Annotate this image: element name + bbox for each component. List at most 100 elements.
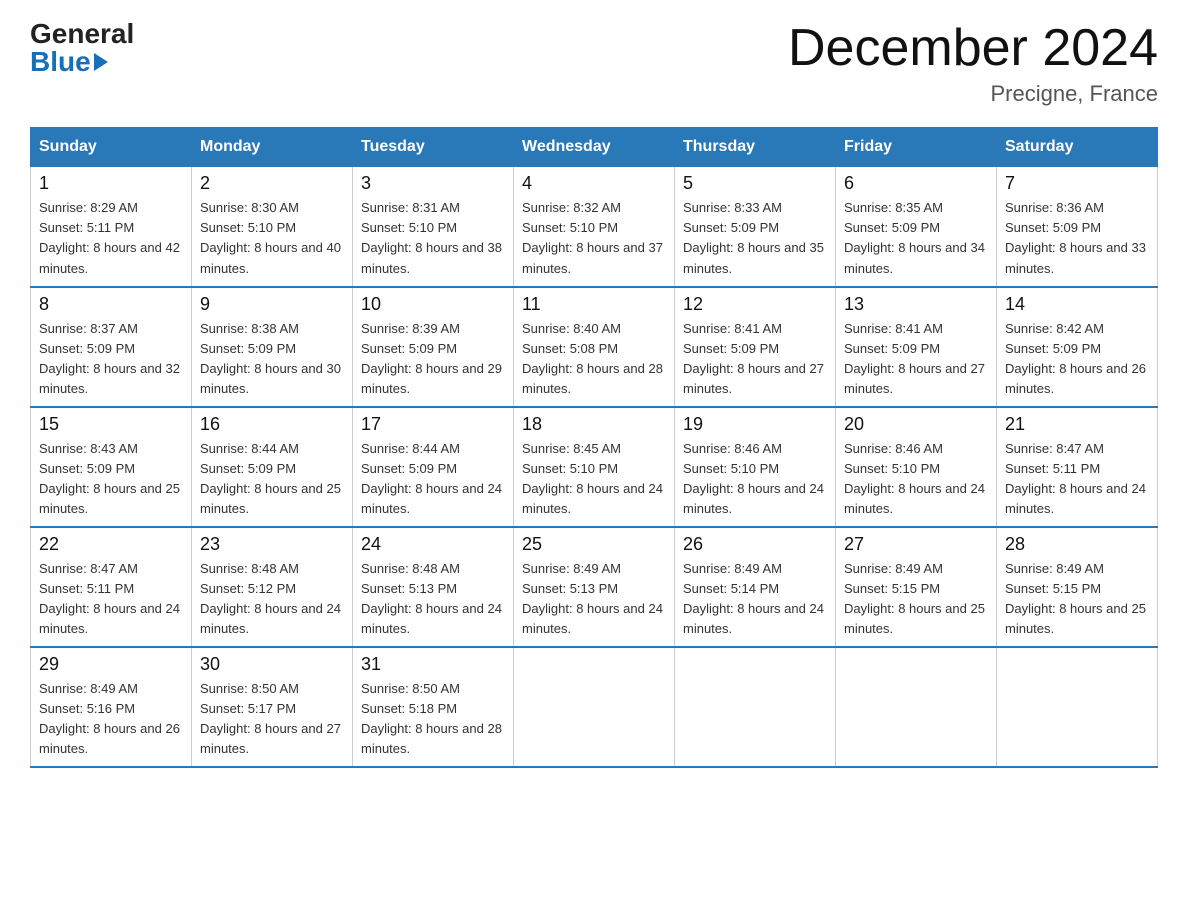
sunrise-label: Sunrise: 8:48 AM [361, 561, 460, 576]
day-info: Sunrise: 8:49 AM Sunset: 5:13 PM Dayligh… [522, 559, 666, 640]
day-number: 2 [200, 173, 344, 194]
calendar-cell [836, 647, 997, 767]
calendar-week-5: 29 Sunrise: 8:49 AM Sunset: 5:16 PM Dayl… [31, 647, 1158, 767]
calendar-cell: 2 Sunrise: 8:30 AM Sunset: 5:10 PM Dayli… [192, 167, 353, 287]
day-number: 11 [522, 294, 666, 315]
calendar-cell: 30 Sunrise: 8:50 AM Sunset: 5:17 PM Dayl… [192, 647, 353, 767]
day-info: Sunrise: 8:38 AM Sunset: 5:09 PM Dayligh… [200, 319, 344, 400]
daylight-label: Daylight: 8 hours and 25 minutes. [844, 601, 985, 636]
day-number: 27 [844, 534, 988, 555]
calendar-cell: 17 Sunrise: 8:44 AM Sunset: 5:09 PM Dayl… [353, 407, 514, 527]
daylight-label: Daylight: 8 hours and 38 minutes. [361, 240, 502, 275]
day-number: 20 [844, 414, 988, 435]
daylight-label: Daylight: 8 hours and 24 minutes. [361, 601, 502, 636]
day-number: 23 [200, 534, 344, 555]
sunset-label: Sunset: 5:13 PM [522, 581, 618, 596]
day-number: 26 [683, 534, 827, 555]
sunrise-label: Sunrise: 8:37 AM [39, 321, 138, 336]
sunset-label: Sunset: 5:09 PM [361, 461, 457, 476]
calendar-cell: 1 Sunrise: 8:29 AM Sunset: 5:11 PM Dayli… [31, 167, 192, 287]
day-info: Sunrise: 8:41 AM Sunset: 5:09 PM Dayligh… [683, 319, 827, 400]
sunset-label: Sunset: 5:10 PM [361, 220, 457, 235]
daylight-label: Daylight: 8 hours and 33 minutes. [1005, 240, 1146, 275]
daylight-label: Daylight: 8 hours and 24 minutes. [683, 481, 824, 516]
sunset-label: Sunset: 5:11 PM [39, 581, 134, 596]
calendar-cell: 5 Sunrise: 8:33 AM Sunset: 5:09 PM Dayli… [675, 167, 836, 287]
sunset-label: Sunset: 5:17 PM [200, 701, 296, 716]
calendar-week-1: 1 Sunrise: 8:29 AM Sunset: 5:11 PM Dayli… [31, 167, 1158, 287]
sunrise-label: Sunrise: 8:33 AM [683, 200, 782, 215]
sunrise-label: Sunrise: 8:42 AM [1005, 321, 1104, 336]
calendar-table: SundayMondayTuesdayWednesdayThursdayFrid… [30, 127, 1158, 768]
calendar-cell: 20 Sunrise: 8:46 AM Sunset: 5:10 PM Dayl… [836, 407, 997, 527]
logo-arrow-icon [94, 53, 108, 71]
header-row: SundayMondayTuesdayWednesdayThursdayFrid… [31, 128, 1158, 167]
day-info: Sunrise: 8:32 AM Sunset: 5:10 PM Dayligh… [522, 198, 666, 279]
daylight-label: Daylight: 8 hours and 42 minutes. [39, 240, 180, 275]
sunset-label: Sunset: 5:15 PM [1005, 581, 1101, 596]
calendar-cell: 21 Sunrise: 8:47 AM Sunset: 5:11 PM Dayl… [997, 407, 1158, 527]
sunset-label: Sunset: 5:13 PM [361, 581, 457, 596]
title-block: December 2024 Precigne, France [788, 20, 1158, 107]
sunrise-label: Sunrise: 8:47 AM [1005, 441, 1104, 456]
sunrise-label: Sunrise: 8:49 AM [844, 561, 943, 576]
calendar-cell: 11 Sunrise: 8:40 AM Sunset: 5:08 PM Dayl… [514, 287, 675, 407]
sunset-label: Sunset: 5:09 PM [1005, 220, 1101, 235]
header-cell-thursday: Thursday [675, 128, 836, 167]
daylight-label: Daylight: 8 hours and 24 minutes. [522, 481, 663, 516]
day-info: Sunrise: 8:49 AM Sunset: 5:16 PM Dayligh… [39, 679, 183, 760]
sunrise-label: Sunrise: 8:46 AM [844, 441, 943, 456]
day-number: 25 [522, 534, 666, 555]
sunset-label: Sunset: 5:14 PM [683, 581, 779, 596]
day-info: Sunrise: 8:33 AM Sunset: 5:09 PM Dayligh… [683, 198, 827, 279]
sunset-label: Sunset: 5:09 PM [844, 220, 940, 235]
day-number: 18 [522, 414, 666, 435]
sunset-label: Sunset: 5:10 PM [844, 461, 940, 476]
daylight-label: Daylight: 8 hours and 35 minutes. [683, 240, 824, 275]
day-info: Sunrise: 8:48 AM Sunset: 5:12 PM Dayligh… [200, 559, 344, 640]
header-cell-wednesday: Wednesday [514, 128, 675, 167]
day-info: Sunrise: 8:49 AM Sunset: 5:14 PM Dayligh… [683, 559, 827, 640]
logo-blue-text: Blue [30, 48, 108, 76]
calendar-cell: 19 Sunrise: 8:46 AM Sunset: 5:10 PM Dayl… [675, 407, 836, 527]
sunset-label: Sunset: 5:08 PM [522, 341, 618, 356]
sunset-label: Sunset: 5:10 PM [522, 461, 618, 476]
calendar-cell: 4 Sunrise: 8:32 AM Sunset: 5:10 PM Dayli… [514, 167, 675, 287]
calendar-cell: 31 Sunrise: 8:50 AM Sunset: 5:18 PM Dayl… [353, 647, 514, 767]
calendar-cell: 24 Sunrise: 8:48 AM Sunset: 5:13 PM Dayl… [353, 527, 514, 647]
calendar-cell: 14 Sunrise: 8:42 AM Sunset: 5:09 PM Dayl… [997, 287, 1158, 407]
day-number: 9 [200, 294, 344, 315]
sunset-label: Sunset: 5:09 PM [39, 341, 135, 356]
daylight-label: Daylight: 8 hours and 24 minutes. [1005, 481, 1146, 516]
calendar-cell: 10 Sunrise: 8:39 AM Sunset: 5:09 PM Dayl… [353, 287, 514, 407]
sunset-label: Sunset: 5:09 PM [1005, 341, 1101, 356]
header-cell-saturday: Saturday [997, 128, 1158, 167]
calendar-cell [675, 647, 836, 767]
sunrise-label: Sunrise: 8:41 AM [683, 321, 782, 336]
sunset-label: Sunset: 5:12 PM [200, 581, 296, 596]
daylight-label: Daylight: 8 hours and 32 minutes. [39, 361, 180, 396]
day-number: 8 [39, 294, 183, 315]
calendar-cell: 26 Sunrise: 8:49 AM Sunset: 5:14 PM Dayl… [675, 527, 836, 647]
calendar-cell: 7 Sunrise: 8:36 AM Sunset: 5:09 PM Dayli… [997, 167, 1158, 287]
day-number: 14 [1005, 294, 1149, 315]
sunrise-label: Sunrise: 8:45 AM [522, 441, 621, 456]
daylight-label: Daylight: 8 hours and 26 minutes. [39, 721, 180, 756]
day-info: Sunrise: 8:50 AM Sunset: 5:18 PM Dayligh… [361, 679, 505, 760]
day-number: 31 [361, 654, 505, 675]
sunrise-label: Sunrise: 8:49 AM [39, 681, 138, 696]
calendar-cell: 22 Sunrise: 8:47 AM Sunset: 5:11 PM Dayl… [31, 527, 192, 647]
day-info: Sunrise: 8:43 AM Sunset: 5:09 PM Dayligh… [39, 439, 183, 520]
day-info: Sunrise: 8:48 AM Sunset: 5:13 PM Dayligh… [361, 559, 505, 640]
calendar-cell: 3 Sunrise: 8:31 AM Sunset: 5:10 PM Dayli… [353, 167, 514, 287]
sunrise-label: Sunrise: 8:39 AM [361, 321, 460, 336]
sunset-label: Sunset: 5:09 PM [683, 220, 779, 235]
day-info: Sunrise: 8:41 AM Sunset: 5:09 PM Dayligh… [844, 319, 988, 400]
calendar-week-3: 15 Sunrise: 8:43 AM Sunset: 5:09 PM Dayl… [31, 407, 1158, 527]
sunrise-label: Sunrise: 8:36 AM [1005, 200, 1104, 215]
logo: General Blue [30, 20, 134, 76]
calendar-cell [997, 647, 1158, 767]
day-number: 28 [1005, 534, 1149, 555]
calendar-week-4: 22 Sunrise: 8:47 AM Sunset: 5:11 PM Dayl… [31, 527, 1158, 647]
daylight-label: Daylight: 8 hours and 24 minutes. [844, 481, 985, 516]
